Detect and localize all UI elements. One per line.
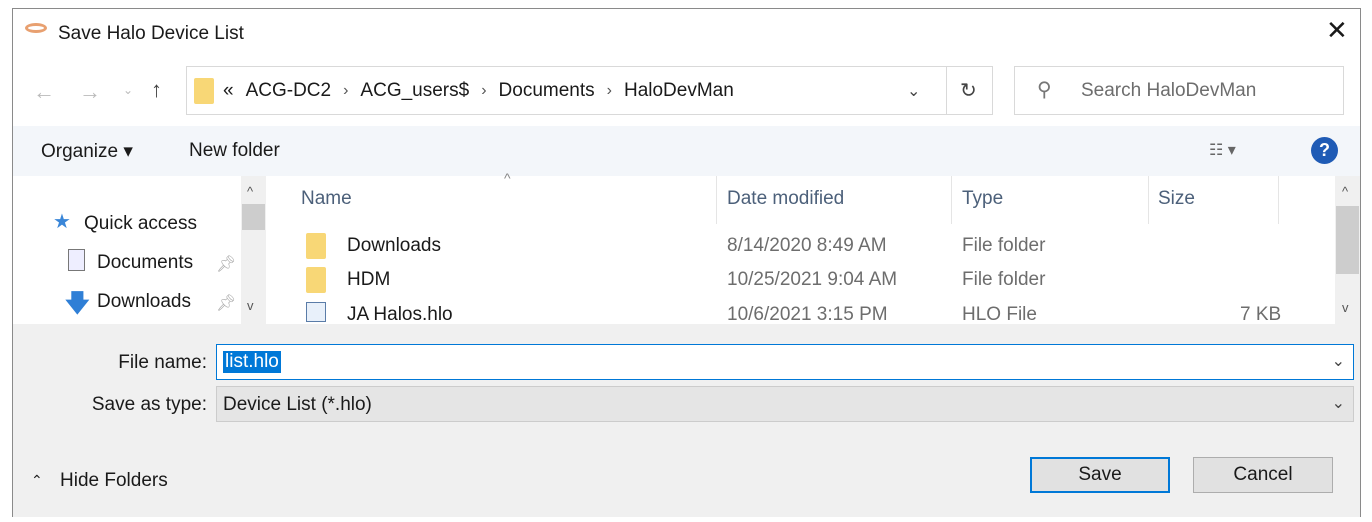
file-name-input[interactable]: list.hlo ⌄	[216, 344, 1354, 380]
nav-scrollbar[interactable]: ^ v	[241, 176, 266, 324]
search-placeholder: Search HaloDevMan	[1081, 80, 1257, 101]
forward-icon[interactable]: →	[79, 79, 101, 105]
chevron-up-icon: ⌃	[31, 472, 43, 488]
hide-folders-button[interactable]: Hide Folders	[60, 470, 168, 492]
breadcrumb-halodevman[interactable]: HaloDevMan	[624, 80, 734, 102]
scrollbar-thumb[interactable]	[242, 204, 265, 230]
file-type: HLO File	[962, 304, 1037, 325]
file-row[interactable]: JA Halos.hlo 10/6/2021 3:15 PM HLO File …	[296, 300, 1336, 325]
file-size: 7 KB	[1240, 304, 1282, 325]
sidebar-item-documents[interactable]: Documents	[97, 252, 193, 274]
file-date: 8/14/2020 8:49 AM	[727, 235, 887, 256]
save-button[interactable]: Save	[1030, 457, 1170, 493]
pin-icon[interactable]: 📌︎	[216, 293, 236, 313]
path-overflow[interactable]: «	[223, 80, 234, 102]
folder-icon	[306, 267, 326, 293]
breadcrumb-documents[interactable]: Documents	[499, 80, 595, 102]
file-list: ^ Name Date modified Type Size Downloads…	[266, 170, 1360, 325]
bottom-panel: File name: list.hlo ⌄ Save as type: Devi…	[13, 324, 1360, 517]
chevron-down-icon[interactable]: ⌄	[1332, 351, 1345, 371]
cancel-button[interactable]: Cancel	[1193, 457, 1333, 493]
chevron-down-icon[interactable]: ⌄	[1332, 393, 1345, 413]
file-row[interactable]: Downloads 8/14/2020 8:49 AM File folder	[296, 231, 1336, 261]
refresh-icon[interactable]: ↻	[960, 78, 977, 103]
download-arrow-icon: 🡇	[65, 290, 90, 317]
save-as-type-value: Device List (*.hlo)	[223, 394, 372, 415]
column-header-size[interactable]: Size	[1158, 188, 1195, 210]
back-icon[interactable]: ←	[33, 79, 55, 105]
new-folder-button[interactable]: New folder	[189, 140, 280, 162]
scrollbar-thumb[interactable]	[1336, 206, 1359, 274]
address-dropdown-icon[interactable]: ⌄	[907, 81, 920, 101]
address-bar[interactable]: « ACG-DC2 › ACG_users$ › Documents › HaloDe…	[186, 66, 993, 115]
sort-ascending-icon: ^	[504, 170, 511, 186]
file-name: JA Halos.hlo	[347, 304, 453, 325]
hlo-file-icon	[306, 302, 326, 322]
help-icon[interactable]: ?	[1311, 137, 1338, 164]
column-header-type[interactable]: Type	[962, 188, 1003, 210]
file-name: HDM	[347, 269, 391, 290]
file-type: File folder	[962, 269, 1046, 290]
file-name-value: list.hlo	[223, 351, 281, 373]
folder-icon	[306, 233, 326, 259]
file-date: 10/25/2021 9:04 AM	[727, 269, 898, 290]
file-row[interactable]: HDM 10/25/2021 9:04 AM File folder	[296, 265, 1336, 295]
file-type: File folder	[962, 235, 1046, 256]
save-dialog: Save Halo Device List ✕ ← → ⌄ ↑ « ACG-DC…	[12, 8, 1361, 517]
view-options-icon[interactable]: ☷ ▾	[1209, 140, 1236, 160]
sidebar-item-downloads[interactable]: Downloads	[97, 291, 191, 313]
search-input[interactable]: ⚲ Search HaloDevMan	[1014, 66, 1344, 115]
dialog-title: Save Halo Device List	[58, 23, 244, 44]
close-icon[interactable]: ✕	[1326, 15, 1348, 46]
organize-button[interactable]: Organize ▾	[41, 140, 133, 163]
file-date: 10/6/2021 3:15 PM	[727, 304, 888, 325]
recent-chevron-icon[interactable]: ⌄	[123, 83, 133, 97]
search-icon: ⚲	[1037, 79, 1052, 101]
app-icon	[25, 23, 47, 33]
navigation-pane: ★ Quick access Documents 📌︎ 🡇 Downloads …	[13, 176, 266, 324]
up-icon[interactable]: ↑	[151, 77, 162, 103]
file-name: Downloads	[347, 235, 441, 256]
save-as-type-select[interactable]: Device List (*.hlo) ⌄	[216, 386, 1354, 422]
save-as-type-label: Save as type:	[91, 394, 207, 415]
toolbar: Organize ▾ New folder ☷ ▾ ?	[13, 126, 1360, 176]
sidebar-item-quick-access[interactable]: Quick access	[84, 213, 197, 235]
file-name-label: File name:	[118, 352, 207, 373]
file-list-scrollbar[interactable]: ^ v	[1335, 176, 1360, 324]
pin-icon[interactable]: 📌︎	[216, 254, 236, 274]
column-header-name[interactable]: Name	[301, 188, 352, 210]
breadcrumb-acg-users[interactable]: ACG_users$	[360, 80, 469, 102]
folder-icon	[194, 78, 214, 104]
column-header-date[interactable]: Date modified	[727, 188, 844, 210]
star-icon: ★	[53, 211, 71, 233]
document-icon	[68, 249, 85, 271]
breadcrumb-acg-dc2[interactable]: ACG-DC2	[246, 80, 332, 102]
